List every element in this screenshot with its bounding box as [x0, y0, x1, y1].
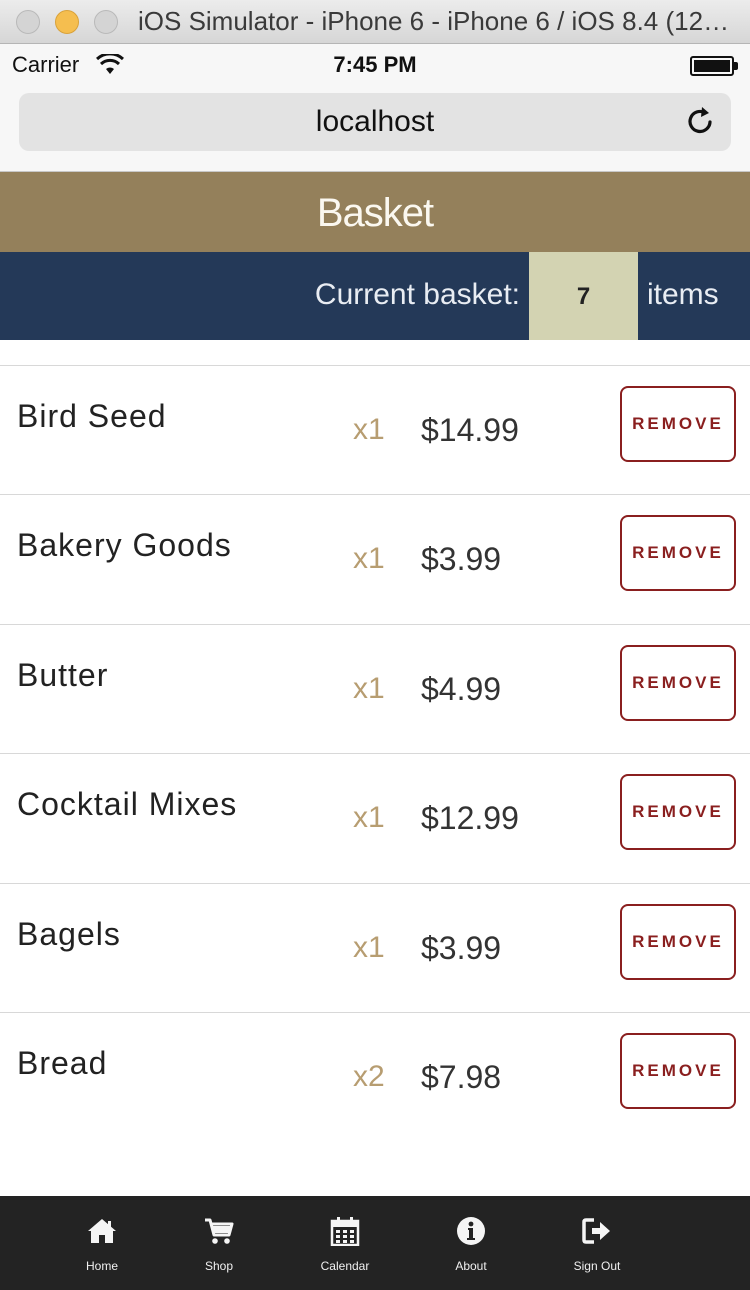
item-quantity: x1 — [353, 413, 385, 446]
tab-label: Calendar — [320, 1259, 370, 1273]
calendar-icon — [330, 1217, 360, 1246]
remove-button[interactable]: REMOVE — [620, 644, 736, 721]
item-name: Bird Seed — [17, 398, 167, 434]
home-icon — [88, 1219, 116, 1243]
tab-label: Sign Out — [573, 1259, 621, 1273]
tab-sign-out[interactable]: Sign Out — [547, 1196, 647, 1290]
item-name: Bread — [17, 1044, 108, 1081]
window-minimize-button[interactable] — [55, 10, 79, 34]
simulator-title: iOS Simulator - iPhone 6 - iPhone 6 / iO… — [138, 6, 738, 36]
window-zoom-button[interactable] — [94, 10, 118, 34]
remove-button[interactable]: REMOVE — [620, 515, 736, 592]
status-time: 7:45 PM — [333, 52, 417, 77]
ios-status-bar: Carrier 7:45 PM — [0, 44, 750, 86]
item-quantity: x1 — [353, 801, 385, 835]
list-item: Bagels x1 $3.99 REMOVE — [0, 882, 750, 1012]
basket-unit: items — [647, 278, 719, 311]
item-price: $4.99 — [421, 670, 502, 707]
item-price: $3.99 — [421, 929, 502, 966]
list-item: Bird Seed x1 $14.99 REMOVE — [0, 365, 750, 494]
window-close-button[interactable] — [16, 10, 40, 34]
bottom-tab-bar: Home Shop Calendar About Sign Out — [0, 1196, 750, 1290]
item-price: $14.99 — [421, 412, 519, 448]
remove-button[interactable]: REMOVE — [620, 1032, 736, 1109]
tab-shop[interactable]: Shop — [169, 1196, 269, 1290]
tab-label: Shop — [204, 1259, 234, 1273]
item-name: Butter — [17, 656, 109, 693]
list-item: Bakery Goods x1 $3.99 REMOVE — [0, 494, 750, 623]
sign-out-icon — [582, 1218, 610, 1244]
remove-button[interactable]: REMOVE — [620, 386, 736, 462]
browser-toolbar: localhost — [0, 86, 750, 172]
page-header: Basket — [0, 172, 750, 252]
tab-about[interactable]: About — [421, 1196, 521, 1290]
item-quantity: x1 — [353, 671, 385, 705]
tab-calendar[interactable]: Calendar — [295, 1196, 395, 1290]
item-name: Cocktail Mixes — [17, 786, 238, 823]
url-text: localhost — [315, 105, 435, 138]
item-quantity: x1 — [353, 542, 385, 576]
basket-summary-bar: Current basket: 7 items — [0, 252, 750, 340]
item-price: $7.98 — [421, 1058, 502, 1095]
item-price: $3.99 — [421, 541, 502, 578]
item-price: $12.99 — [421, 800, 519, 837]
item-quantity: x1 — [353, 930, 385, 964]
tab-home[interactable]: Home — [52, 1196, 152, 1290]
tab-label: Home — [85, 1259, 118, 1273]
basket-label: Current basket: — [314, 278, 520, 311]
simulator-titlebar: iOS Simulator - iPhone 6 - iPhone 6 / iO… — [0, 0, 750, 44]
info-icon — [457, 1217, 485, 1245]
basket-list: Bird Seed x1 $14.99 REMOVE Bakery Goods … — [0, 365, 750, 1141]
list-item: Bread x2 $7.98 REMOVE — [0, 1011, 750, 1141]
battery-icon — [690, 56, 738, 76]
cart-icon — [205, 1218, 234, 1244]
page-title: Basket — [316, 191, 434, 235]
remove-button[interactable]: REMOVE — [620, 903, 736, 980]
basket-count: 7 — [529, 252, 638, 340]
tab-label: About — [455, 1259, 487, 1273]
list-item: Butter x1 $4.99 REMOVE — [0, 623, 750, 753]
remove-button[interactable]: REMOVE — [620, 774, 736, 851]
list-item: Cocktail Mixes x1 $12.99 REMOVE — [0, 753, 750, 882]
address-bar[interactable]: localhost — [19, 93, 731, 151]
reload-icon[interactable] — [685, 105, 717, 137]
item-quantity: x2 — [353, 1059, 385, 1093]
item-name: Bakery Goods — [17, 527, 232, 564]
item-name: Bagels — [17, 915, 121, 952]
